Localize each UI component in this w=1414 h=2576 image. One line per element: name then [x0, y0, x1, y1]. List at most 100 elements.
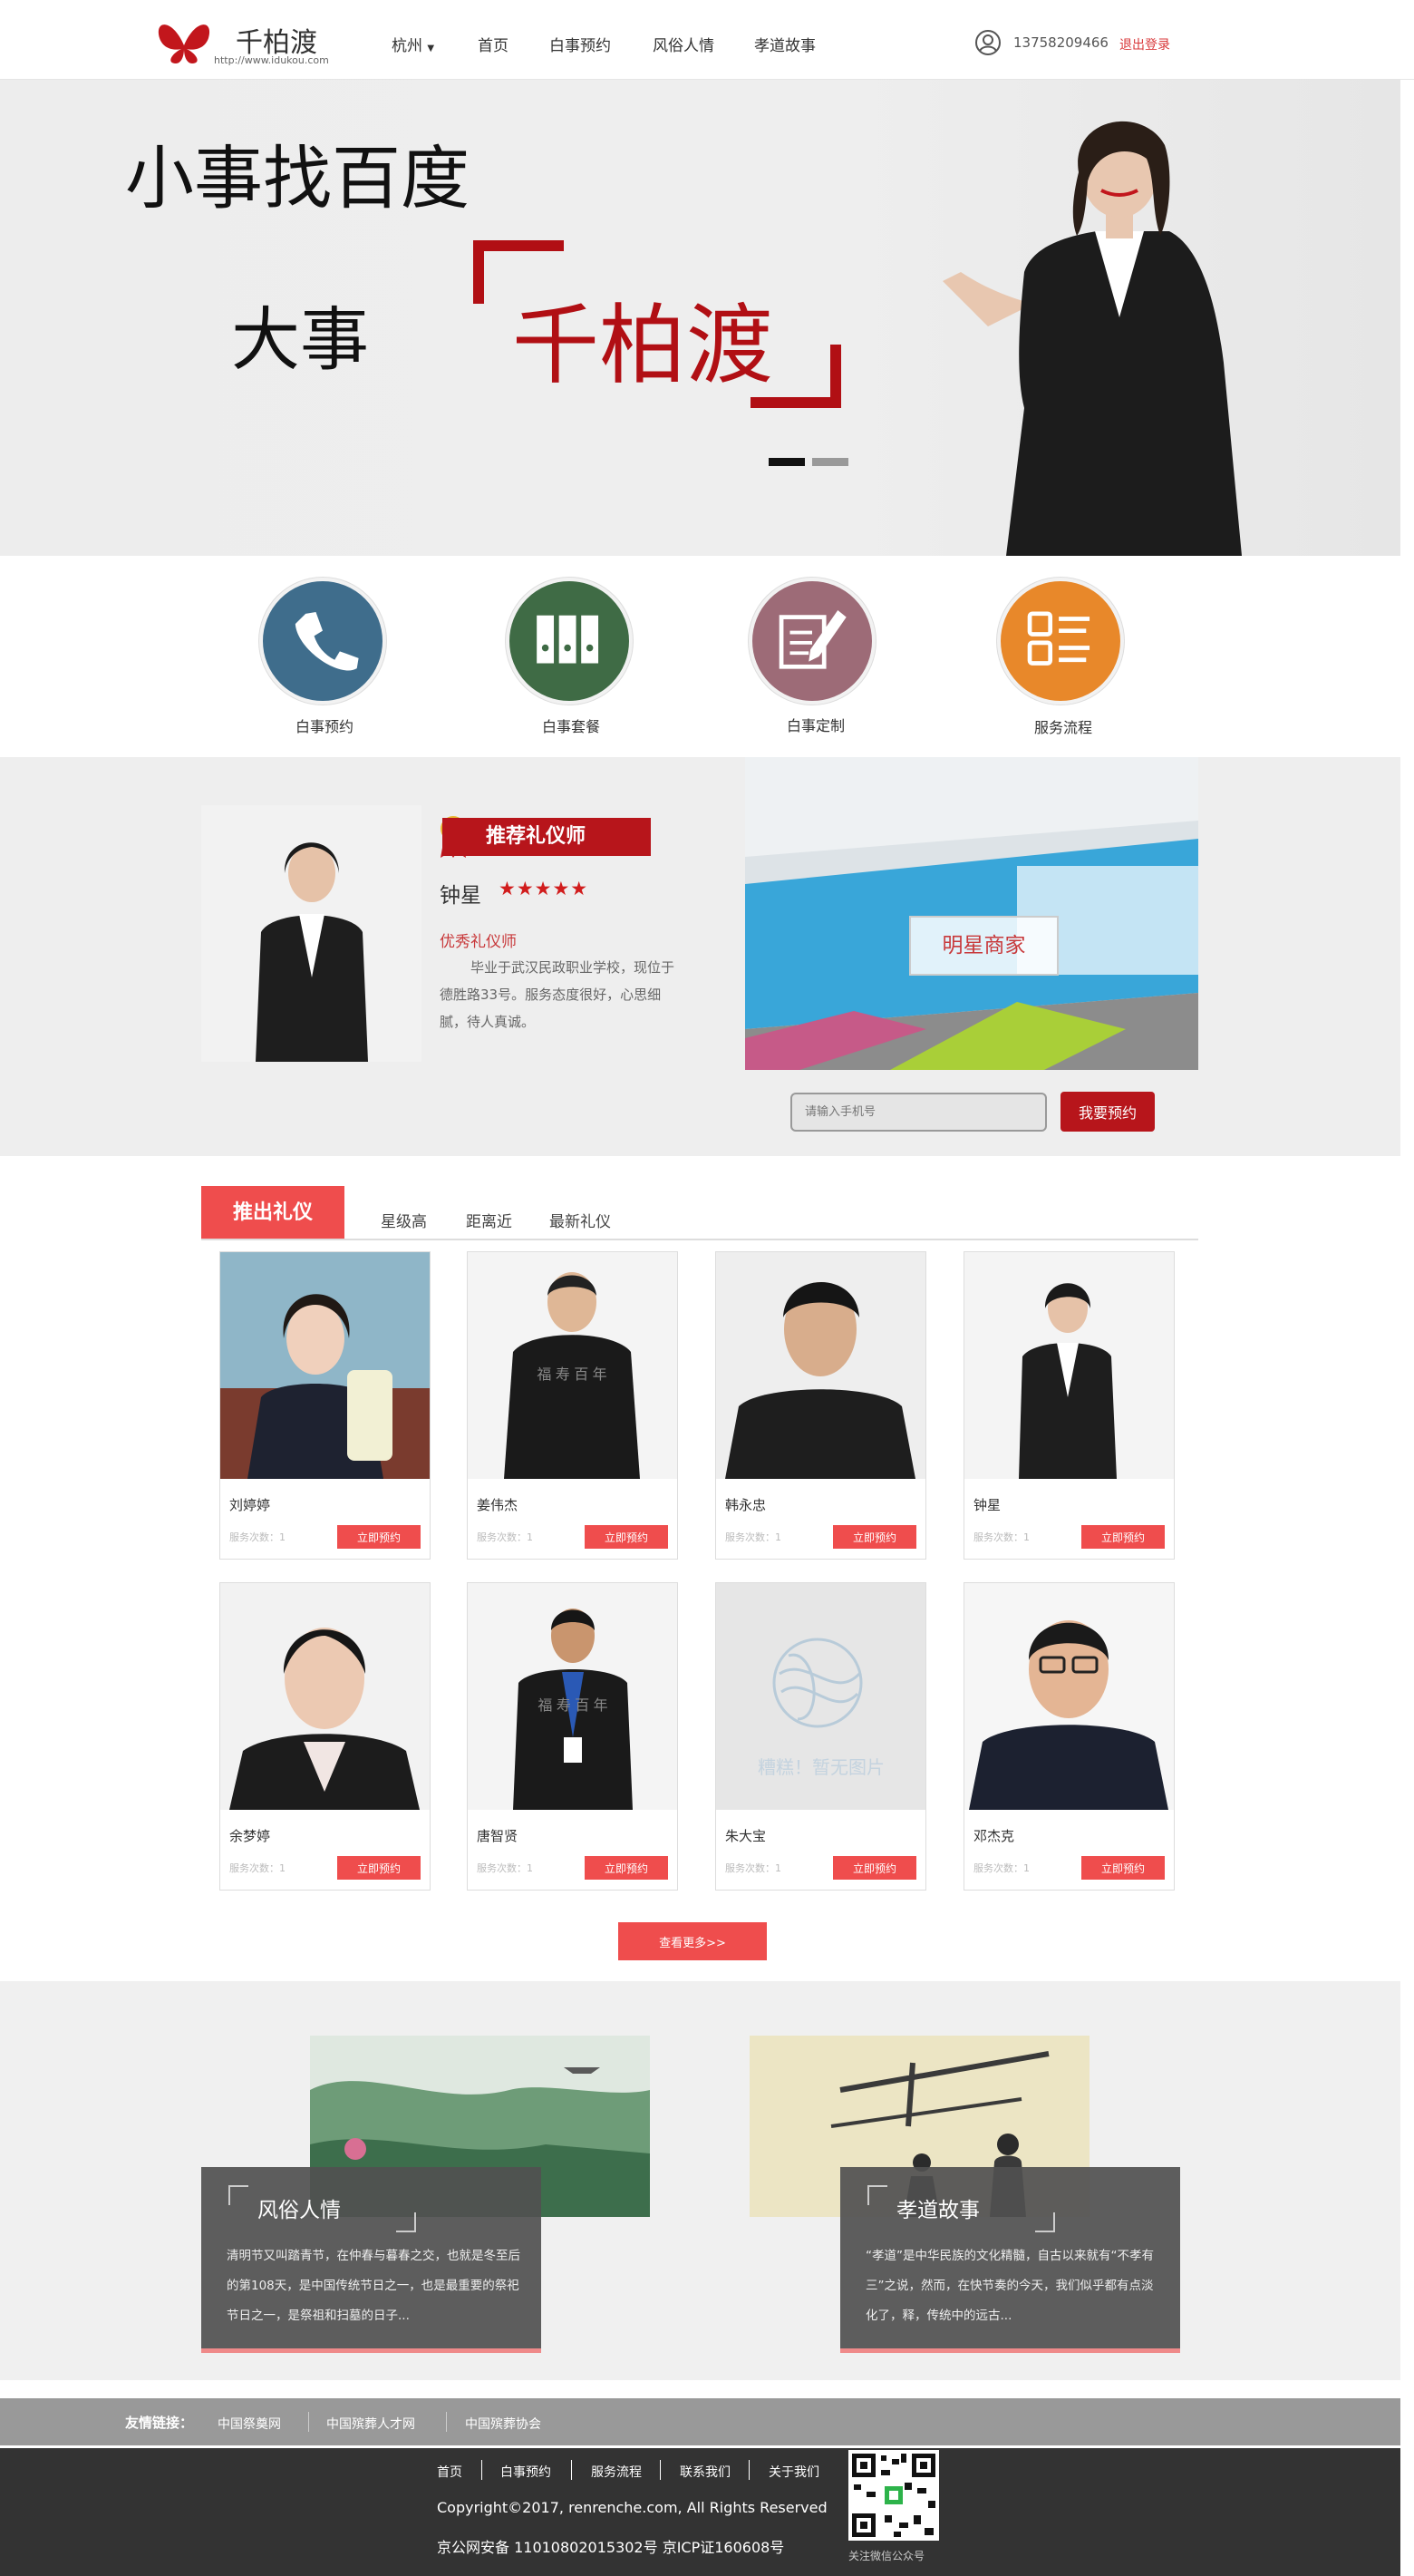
- service-process-label[interactable]: 服务流程: [991, 715, 1136, 737]
- bracket-decoration: [396, 2212, 416, 2232]
- friend-link[interactable]: 中国祭奠网: [218, 2415, 281, 2433]
- staff-photo[interactable]: 福 寿 百 年: [468, 1252, 677, 1479]
- friend-links-bar: [0, 2398, 1400, 2445]
- butterfly-logo-icon[interactable]: [154, 18, 214, 65]
- customs-article-title[interactable]: 风俗人情: [257, 2192, 341, 2223]
- staff-card[interactable]: 福 寿 百 年 姜伟杰 服务次数：1 立即预约: [467, 1251, 678, 1560]
- staff-card[interactable]: 韩永忠 服务次数：1 立即预约: [715, 1251, 926, 1560]
- staff-card[interactable]: 糟糕！暂无图片 朱大宝 服务次数：1 立即预约: [715, 1582, 926, 1891]
- user-icon[interactable]: [974, 29, 1002, 56]
- document-pen-icon: [779, 610, 847, 669]
- recommended-name: 钟星: [440, 884, 481, 908]
- service-custom-button[interactable]: [749, 578, 876, 705]
- carousel-dot[interactable]: [812, 458, 848, 466]
- tab-newest[interactable]: 最新礼仪: [549, 1209, 611, 1231]
- photo-watermark-text: 福 寿 百 年: [538, 1697, 607, 1714]
- book-now-button[interactable]: 立即预约: [1081, 1856, 1165, 1880]
- book-now-button[interactable]: 立即预约: [585, 1525, 668, 1549]
- footer-nav-booking[interactable]: 白事预约: [500, 2463, 551, 2481]
- recommended-badge: 推荐礼仪师: [442, 818, 651, 856]
- staff-name: 余梦婷: [229, 1828, 271, 1844]
- staff-photo[interactable]: [220, 1252, 430, 1479]
- filial-article-title[interactable]: 孝道故事: [896, 2192, 980, 2223]
- service-package-label[interactable]: 白事套餐: [499, 714, 644, 736]
- view-more-button[interactable]: 查看更多>>: [618, 1922, 767, 1960]
- copyright-text: Copyright©2017, renrenche.com, All Right…: [437, 2499, 828, 2516]
- staff-name: 朱大宝: [725, 1828, 767, 1844]
- service-process-button[interactable]: [997, 578, 1124, 705]
- brand-url: http://www.idukou.com: [214, 54, 329, 66]
- recommended-title: 优秀礼仪师: [440, 933, 517, 951]
- service-package-button[interactable]: [506, 578, 633, 705]
- nav-filial-stories[interactable]: 孝道故事: [754, 33, 816, 55]
- divider: [571, 2460, 572, 2480]
- staff-photo[interactable]: [964, 1583, 1174, 1810]
- tab-underline: [201, 1239, 1198, 1240]
- no-image-placeholder[interactable]: 糟糕！暂无图片: [716, 1583, 925, 1810]
- filial-article-card[interactable]: 孝道故事 “孝道”是中华民族的文化精髓，自古以来就有“不孝有三”之说，然而，在快…: [840, 2167, 1180, 2353]
- staff-photo[interactable]: [964, 1252, 1174, 1479]
- icp-text: 京公网安备 11010802015302号 京ICP证160608号: [437, 2539, 785, 2556]
- customs-article-card[interactable]: 风俗人情 清明节又叫踏青节，在仲春与暮春之交，也就是冬至后的第108天，是中国传…: [201, 2167, 541, 2353]
- book-now-button[interactable]: 立即预约: [337, 1856, 421, 1880]
- banner-brand: 千柏渡: [512, 295, 773, 396]
- staff-photo[interactable]: [716, 1252, 925, 1479]
- tab-featured[interactable]: 推出礼仪: [201, 1186, 344, 1240]
- staff-name: 刘婷婷: [229, 1497, 271, 1513]
- staff-card[interactable]: 钟星 服务次数：1 立即预约: [964, 1251, 1175, 1560]
- phone-icon: [295, 611, 359, 671]
- tab-top-rated[interactable]: 星级高: [381, 1209, 427, 1231]
- bracket-decoration: [1035, 2212, 1055, 2232]
- carousel-dot-active[interactable]: [769, 458, 805, 466]
- footer-nav-process[interactable]: 服务流程: [591, 2463, 642, 2481]
- service-custom-label[interactable]: 白事定制: [743, 714, 888, 735]
- store-label: 明星商家: [909, 916, 1059, 976]
- friend-link[interactable]: 中国殡葬协会: [465, 2415, 541, 2433]
- nav-customs[interactable]: 风俗人情: [653, 33, 714, 55]
- divider: [481, 2460, 482, 2480]
- bracket-decoration: [867, 2185, 887, 2205]
- service-booking-label[interactable]: 白事预约: [252, 714, 397, 736]
- book-now-button[interactable]: 立即预约: [833, 1856, 916, 1880]
- staff-card[interactable]: 福 寿 百 年 唐智贤 服务次数：1 立即预约: [467, 1582, 678, 1891]
- service-count: 服务次数：1: [725, 1531, 781, 1543]
- book-now-button[interactable]: 立即预约: [1081, 1525, 1165, 1549]
- book-now-button[interactable]: 立即预约: [833, 1525, 916, 1549]
- qr-code-label: 关注微信公众号: [848, 2550, 925, 2562]
- service-count: 服务次数：1: [477, 1862, 533, 1874]
- no-image-text: 糟糕！暂无图片: [758, 1756, 885, 1778]
- staff-photo[interactable]: 福 寿 百 年: [468, 1583, 677, 1810]
- staff-card[interactable]: 余梦婷 服务次数：1 立即预约: [219, 1582, 431, 1891]
- logout-link[interactable]: 退出登录: [1119, 35, 1170, 53]
- staff-card[interactable]: 刘婷婷 服务次数：1 立即预约: [219, 1251, 431, 1560]
- footer-nav-contact[interactable]: 联系我们: [680, 2463, 731, 2481]
- banner-slogan-line1: 小事找百度: [125, 138, 470, 219]
- service-count: 服务次数：1: [477, 1531, 533, 1543]
- tab-nearest[interactable]: 距离近: [466, 1209, 512, 1231]
- footer-nav-home[interactable]: 首页: [437, 2463, 462, 2481]
- recommended-staff-photo[interactable]: [201, 805, 421, 1062]
- friend-link[interactable]: 中国殡葬人才网: [326, 2415, 415, 2433]
- service-booking-button[interactable]: [259, 578, 386, 705]
- nav-home[interactable]: 首页: [478, 33, 508, 55]
- staff-name: 韩永忠: [725, 1497, 767, 1513]
- filial-article-excerpt: “孝道”是中华民族的文化精髓，自古以来就有“不孝有三”之说，然而，在快节奏的今天…: [866, 2249, 1154, 2323]
- bracket-decoration-right: [751, 345, 841, 408]
- book-now-button[interactable]: 立即预约: [337, 1525, 421, 1549]
- staff-name: 姜伟杰: [477, 1497, 518, 1513]
- staff-card[interactable]: 邓杰克 服务次数：1 立即预约: [964, 1582, 1175, 1891]
- city-label: 杭州: [392, 37, 422, 55]
- book-button[interactable]: 我要预约: [1060, 1092, 1155, 1132]
- book-now-button[interactable]: 立即预约: [585, 1856, 668, 1880]
- recommended-description: 毕业于武汉民政职业学校，现位于德胜路33号。服务态度很好，心思细腻，待人真诚。: [440, 959, 675, 1030]
- phone-input[interactable]: [790, 1093, 1047, 1132]
- binders-icon: [537, 615, 599, 664]
- city-selector[interactable]: 杭州 ▼: [392, 33, 434, 55]
- footer-nav-about[interactable]: 关于我们: [769, 2463, 819, 2481]
- staff-photo[interactable]: [220, 1583, 430, 1810]
- divider: [749, 2460, 750, 2480]
- store-image[interactable]: [745, 757, 1198, 1070]
- divider: [308, 2412, 309, 2432]
- service-count: 服务次数：1: [229, 1862, 286, 1874]
- nav-booking[interactable]: 白事预约: [549, 33, 611, 55]
